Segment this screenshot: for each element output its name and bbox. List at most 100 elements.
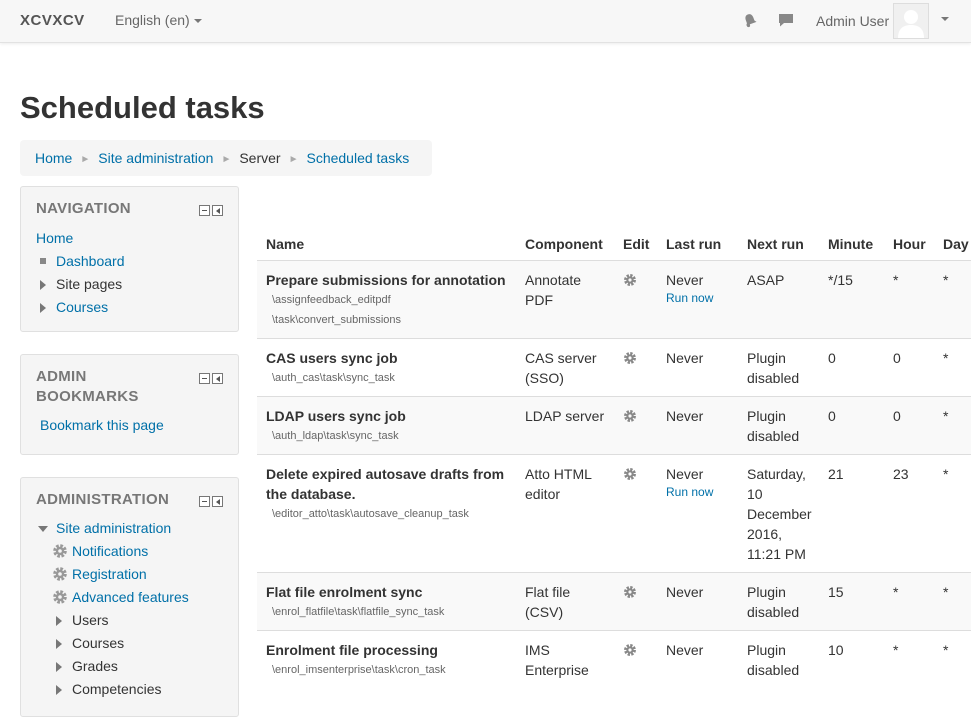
task-name-cell: Flat file enrolment sync \enrol_flatfile… xyxy=(257,572,516,631)
task-last-run: Never xyxy=(657,396,738,455)
admin-courses-item[interactable]: Courses xyxy=(36,632,223,655)
task-name-cell: Delete expired autosave drafts from the … xyxy=(257,454,516,573)
task-component: CAS server (SSO) xyxy=(516,338,614,397)
column-header-day: Day xyxy=(934,227,971,261)
dock-icon[interactable] xyxy=(212,205,223,216)
task-next-run: Plugin disabled xyxy=(738,338,819,397)
task-next-run: ASAP xyxy=(738,260,819,339)
edit-gear-icon[interactable] xyxy=(623,467,637,481)
nav-dashboard-link[interactable]: Dashboard xyxy=(56,253,125,269)
task-hour: 0 xyxy=(884,396,934,455)
admin-users-item[interactable]: Users xyxy=(36,609,223,632)
chevron-down-icon xyxy=(193,19,202,24)
column-header-name: Name xyxy=(257,227,516,261)
dock-icon[interactable] xyxy=(212,373,223,384)
breadcrumb-server: Server xyxy=(239,150,281,166)
task-day: * xyxy=(934,454,971,573)
admin-competencies-item[interactable]: Competencies xyxy=(36,678,223,701)
block-controls xyxy=(197,203,223,219)
table-row: LDAP users sync job \auth_ldap\task\sync… xyxy=(257,396,971,455)
task-classname: \enrol_flatfile\task\flatfile_sync_task xyxy=(272,606,445,618)
breadcrumb-site-administration[interactable]: Site administration xyxy=(98,150,213,166)
task-classname: \editor_atto\task\autosave_cleanup_task xyxy=(272,508,469,520)
task-hour: * xyxy=(884,260,934,339)
run-now-link[interactable]: Run now xyxy=(666,290,729,306)
gear-icon xyxy=(53,590,67,604)
user-menu-name[interactable]: Admin User xyxy=(816,13,889,29)
collapse-icon[interactable] xyxy=(199,205,210,216)
task-name-cell: Enrolment file processing \enrol_imsente… xyxy=(257,630,516,688)
admin-bookmarks-title: ADMIN BOOKMARKS xyxy=(36,367,191,407)
breadcrumb-home[interactable]: Home xyxy=(35,150,72,166)
task-last-run: Never xyxy=(657,572,738,631)
admin-site-administration-link[interactable]: Site administration xyxy=(56,520,171,536)
task-day: * xyxy=(934,396,971,455)
edit-gear-icon[interactable] xyxy=(623,273,637,287)
admin-grades-item[interactable]: Grades xyxy=(36,655,223,678)
table-header-row: Name Component Edit Last run Next run Mi… xyxy=(257,227,971,261)
nav-courses-link[interactable]: Courses xyxy=(56,299,108,315)
collapse-icon[interactable] xyxy=(199,496,210,507)
user-menu-chevron-icon[interactable] xyxy=(941,17,949,21)
table-row: Delete expired autosave drafts from the … xyxy=(257,454,971,573)
task-name: Prepare submissions for annotation xyxy=(266,272,506,288)
task-minute: */15 xyxy=(819,260,884,339)
admin-registration-link[interactable]: Registration xyxy=(72,566,147,582)
bookmark-this-page-link[interactable]: Bookmark this page xyxy=(40,417,164,433)
breadcrumb-separator-icon: ► xyxy=(80,154,91,165)
admin-courses-label: Courses xyxy=(72,635,125,651)
task-minute: 0 xyxy=(819,338,884,397)
scheduled-tasks-table: Name Component Edit Last run Next run Mi… xyxy=(257,227,971,688)
task-last-run-cell: Never Run now xyxy=(657,260,738,339)
task-hour: 0 xyxy=(884,338,934,397)
task-classname: \auth_cas\task\sync_task xyxy=(272,372,395,384)
block-controls xyxy=(197,494,223,510)
expand-right-icon xyxy=(40,280,46,290)
navigation-block-title: NAVIGATION xyxy=(36,200,131,217)
task-last-run: Never xyxy=(657,338,738,397)
edit-gear-icon[interactable] xyxy=(623,409,637,423)
task-hour: * xyxy=(884,572,934,631)
task-name-cell: LDAP users sync job \auth_ldap\task\sync… xyxy=(257,396,516,455)
dock-icon[interactable] xyxy=(212,496,223,507)
expand-right-icon[interactable] xyxy=(40,303,46,313)
breadcrumb-scheduled-tasks[interactable]: Scheduled tasks xyxy=(306,150,409,166)
task-last-run: Never xyxy=(666,272,704,288)
edit-gear-icon[interactable] xyxy=(623,351,637,365)
admin-advanced-features-link[interactable]: Advanced features xyxy=(72,589,189,605)
breadcrumb: Home ► Site administration ► Server ► Schedule… xyxy=(20,140,432,176)
task-next-run: Plugin disabled xyxy=(738,396,819,455)
task-name: LDAP users sync job xyxy=(266,408,406,424)
run-now-link[interactable]: Run now xyxy=(666,484,729,500)
messages-icon[interactable] xyxy=(778,12,794,31)
column-header-edit: Edit xyxy=(614,227,657,261)
admin-notifications-link[interactable]: Notifications xyxy=(72,543,148,559)
table-row: Flat file enrolment sync \enrol_flatfile… xyxy=(257,572,971,631)
admin-users-label: Users xyxy=(72,612,109,628)
bell-icon[interactable] xyxy=(742,12,758,31)
nav-site-pages[interactable]: Site pages xyxy=(36,273,223,296)
expanded-down-icon[interactable] xyxy=(38,526,48,532)
edit-gear-icon[interactable] xyxy=(623,585,637,599)
admin-bookmarks-block: ADMIN BOOKMARKS Bookmark this page xyxy=(20,354,239,455)
breadcrumb-separator-icon: ► xyxy=(288,154,299,165)
task-day: * xyxy=(934,260,971,339)
avatar[interactable] xyxy=(893,3,929,39)
expand-right-icon xyxy=(56,616,62,626)
edit-gear-icon[interactable] xyxy=(623,643,637,657)
task-next-run: Plugin disabled xyxy=(738,572,819,631)
task-day: * xyxy=(934,338,971,397)
nav-home-link[interactable]: Home xyxy=(36,230,73,246)
bullet-icon xyxy=(40,258,46,264)
administration-block: ADMINISTRATION Site administration Notif… xyxy=(20,477,239,717)
site-brand-link[interactable]: XCVXCV xyxy=(20,12,85,29)
task-component: Atto HTML editor xyxy=(516,454,614,573)
top-navbar: XCVXCV English (en) Admin User xyxy=(0,0,971,43)
table-row: CAS users sync job \auth_cas\task\sync_t… xyxy=(257,338,971,397)
table-row: Enrolment file processing \enrol_imsente… xyxy=(257,630,971,688)
task-classname: \assignfeedback_editpdf xyxy=(272,294,391,306)
collapse-icon[interactable] xyxy=(199,373,210,384)
language-menu[interactable]: English (en) xyxy=(115,12,202,28)
task-name-cell: Prepare submissions for annotation \assi… xyxy=(257,260,516,339)
language-label: English (en) xyxy=(115,12,190,28)
